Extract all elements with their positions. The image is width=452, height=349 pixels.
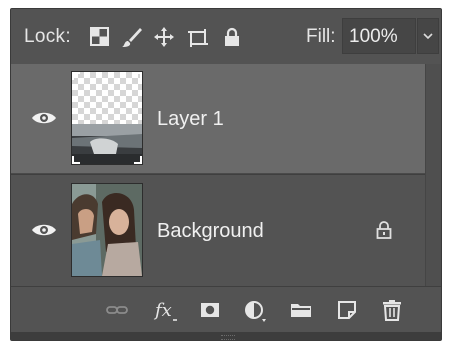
delete-layer-icon[interactable]: [381, 299, 403, 321]
new-layer-icon[interactable]: [336, 299, 358, 321]
prevent-auto-nesting-icon[interactable]: [187, 26, 209, 48]
layer-thumbnail: [71, 71, 143, 165]
layers-toolbar: fx: [11, 286, 441, 332]
layer-mask-icon[interactable]: [199, 299, 221, 321]
svg-text:fx: fx: [153, 300, 172, 321]
layer-list: Layer 1 Background: [11, 64, 441, 286]
layer-name[interactable]: Layer 1: [157, 108, 224, 131]
layer-locked-icon[interactable]: [375, 220, 393, 240]
lock-position-icon[interactable]: [153, 26, 175, 48]
link-layers-icon[interactable]: [106, 299, 128, 321]
panel-resize-strip[interactable]: [11, 332, 441, 340]
lock-fill-bar: Lock: Fill: 100%: [11, 9, 441, 63]
lock-transparent-pixels-icon[interactable]: [89, 26, 111, 48]
layer-row-background[interactable]: Background: [11, 174, 425, 286]
visibility-eye-icon[interactable]: [31, 110, 57, 126]
lock-label: Lock:: [24, 26, 71, 47]
fill-opacity-input[interactable]: 100%: [342, 18, 416, 54]
layer-name[interactable]: Background: [157, 220, 264, 243]
layers-panel: Lock: Fill: 100% Layer 1 Background fx: [10, 8, 442, 341]
layer-thumbnail: [71, 183, 143, 277]
chevron-down-icon: [423, 33, 433, 40]
new-group-icon[interactable]: [290, 299, 312, 321]
visibility-eye-icon[interactable]: [31, 222, 57, 238]
layer-list-scrollbar[interactable]: [425, 64, 441, 286]
layer-row-layer-1[interactable]: Layer 1: [11, 64, 425, 173]
fill-dropdown-button[interactable]: [417, 18, 439, 54]
lock-all-icon[interactable]: [221, 26, 243, 48]
resize-grip-icon[interactable]: [221, 335, 235, 340]
fill-label: Fill:: [306, 26, 336, 47]
background-thumbnail-photo: [72, 184, 142, 276]
adjustment-layer-icon[interactable]: [243, 299, 269, 322]
lock-image-pixels-icon[interactable]: [121, 26, 143, 48]
fx-icon[interactable]: fx: [153, 299, 179, 321]
